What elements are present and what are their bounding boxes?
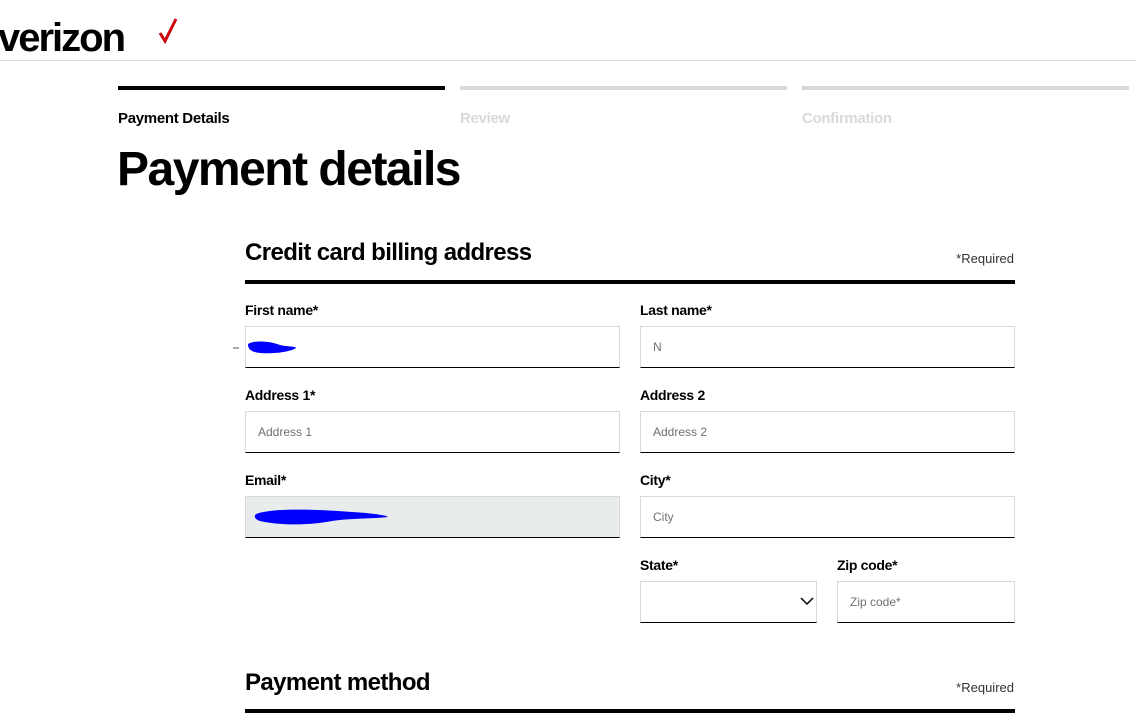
step-progress-bar: [460, 86, 787, 90]
required-note: *Required: [956, 251, 1014, 266]
top-header: verizon: [0, 0, 1136, 61]
verizon-checkmark-icon: [158, 18, 178, 45]
step-label: Payment Details: [118, 110, 230, 127]
address1-label: Address 1*: [245, 387, 316, 403]
first-name-field[interactable]: [245, 326, 620, 368]
zip-code-label: Zip code*: [837, 557, 898, 573]
first-name-label: First name*: [245, 302, 318, 318]
state-select[interactable]: [640, 581, 817, 623]
redaction-mark: [233, 341, 296, 354]
address2-label: Address 2: [640, 387, 705, 403]
last-name-value: N: [653, 340, 662, 354]
zip-code-field[interactable]: Zip code*: [837, 581, 1015, 623]
section-divider: [245, 709, 1015, 713]
address1-placeholder: Address 1: [258, 425, 313, 439]
step-review: Review: [460, 86, 787, 127]
email-label: Email*: [245, 472, 286, 488]
verizon-logo[interactable]: verizon: [0, 14, 126, 62]
city-field[interactable]: City: [640, 496, 1015, 538]
section-divider: [245, 280, 1015, 284]
last-name-field[interactable]: N: [640, 326, 1015, 368]
city-label: City*: [640, 472, 671, 488]
required-note: *Required: [956, 680, 1014, 695]
city-placeholder: City: [653, 510, 674, 524]
step-payment-details: Payment Details: [118, 86, 445, 127]
redaction-mark: [254, 509, 388, 525]
payment-method-title: Payment method: [245, 669, 431, 696]
state-label: State*: [640, 557, 678, 573]
address2-placeholder: Address 2: [653, 425, 708, 439]
address2-field[interactable]: Address 2: [640, 411, 1015, 453]
step-label: Review: [460, 110, 510, 127]
step-confirmation: Confirmation: [802, 86, 1129, 127]
billing-section-title: Credit card billing address: [245, 239, 532, 266]
step-progress-bar: [118, 86, 445, 90]
step-label: Confirmation: [802, 110, 892, 127]
page-title: Payment details: [117, 143, 461, 196]
chevron-down-icon: [800, 597, 814, 606]
zip-code-placeholder: Zip code*: [850, 595, 901, 609]
last-name-label: Last name*: [640, 302, 712, 318]
address1-field[interactable]: Address 1: [245, 411, 620, 453]
step-progress-bar: [802, 86, 1129, 90]
